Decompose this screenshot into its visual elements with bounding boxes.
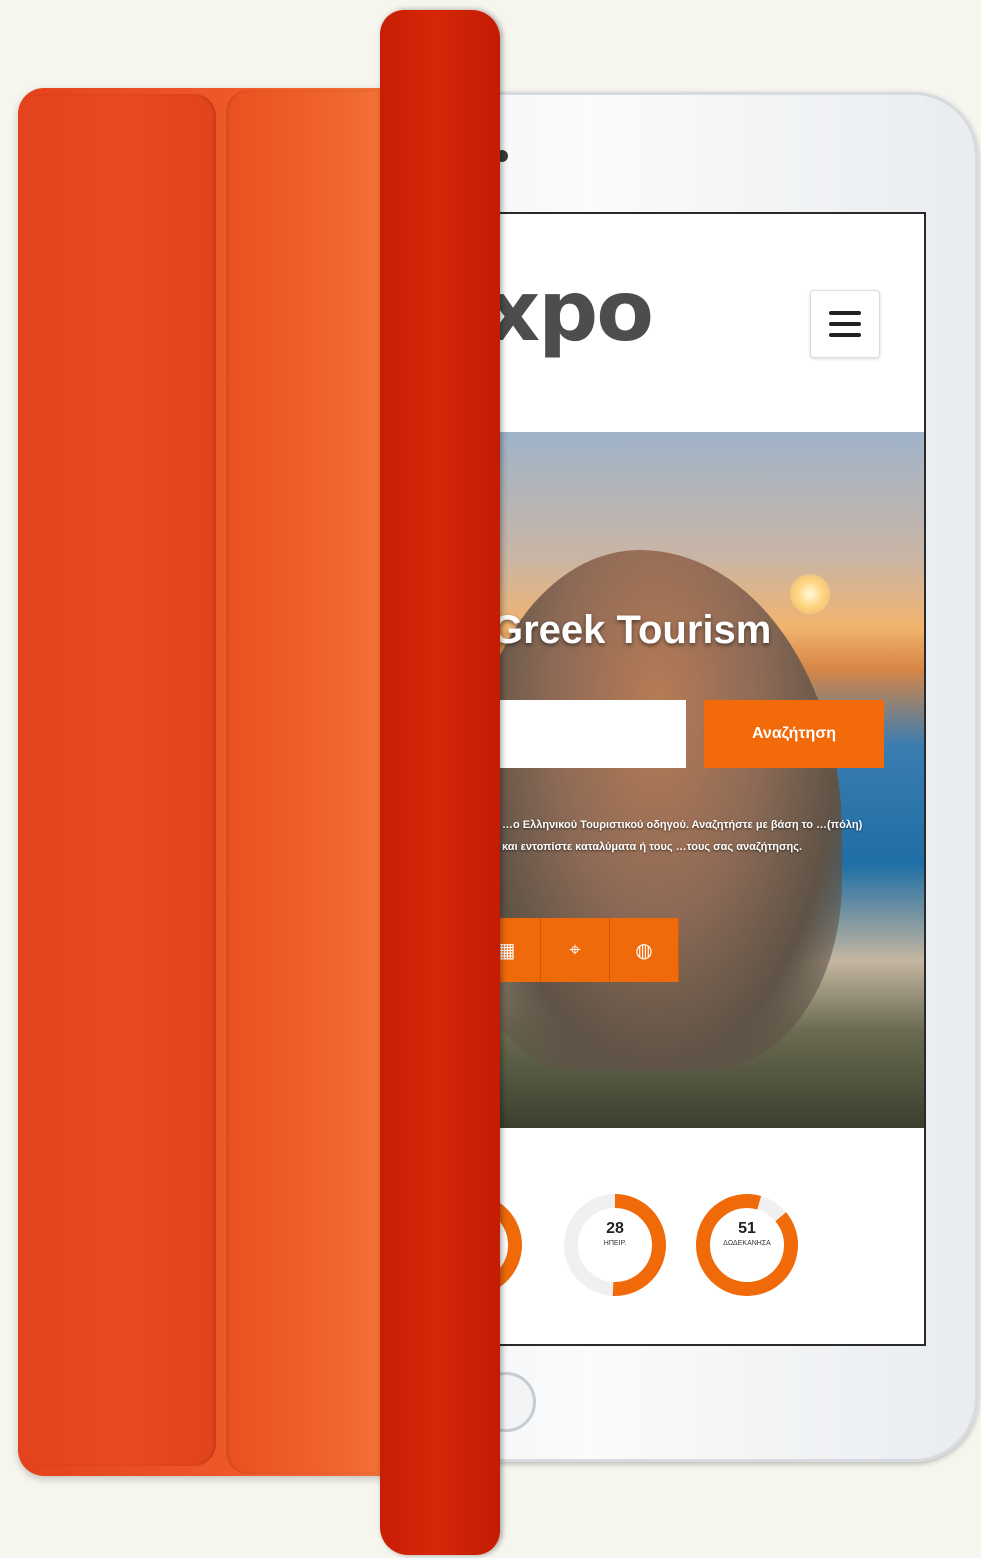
- site-header: xpo: [472, 214, 924, 432]
- site-logo[interactable]: xpo: [486, 262, 654, 360]
- stat-label: ΗΠΕΙΡ.: [603, 1240, 627, 1247]
- stat-label: ΔΩΔΕΚΑΝΗΣΑ: [723, 1240, 771, 1247]
- menu-button[interactable]: [810, 290, 880, 358]
- stat-number: 51: [738, 1220, 756, 1237]
- smart-cover-panel-1: [20, 94, 216, 1466]
- hamburger-icon: [829, 311, 861, 315]
- smart-cover-spine: [380, 10, 500, 1555]
- hero-section: Greek Tourism Αναζήτηση …ο Ελληνικού Του…: [472, 432, 924, 1128]
- tablet-screen: xpo Greek Tourism Αναζήτηση …ο Ελληνικού…: [470, 212, 926, 1346]
- stat-ring-2: 28 ΗΠΕΙΡ.: [560, 1190, 670, 1300]
- sun-image: [790, 574, 830, 614]
- stats-section: 28 ΗΠΕΙΡ. 51 ΔΩΔΕΚΑΝΗΣΑ: [472, 1128, 924, 1344]
- hero-description: …ο Ελληνικού Τουριστικού οδηγού. Αναζητή…: [502, 819, 863, 853]
- hero-icon-bar: ▦ ⌖ ◍: [472, 918, 679, 982]
- hero-title: Greek Tourism: [492, 608, 772, 652]
- stat-number: 28: [606, 1220, 624, 1237]
- globe-icon[interactable]: ◍: [610, 918, 679, 982]
- location-icon[interactable]: ⌖: [541, 918, 610, 982]
- search-button[interactable]: Αναζήτηση: [704, 700, 884, 768]
- search-input[interactable]: [472, 700, 686, 768]
- stat-ring-3: 51 ΔΩΔΕΚΑΝΗΣΑ: [692, 1190, 802, 1300]
